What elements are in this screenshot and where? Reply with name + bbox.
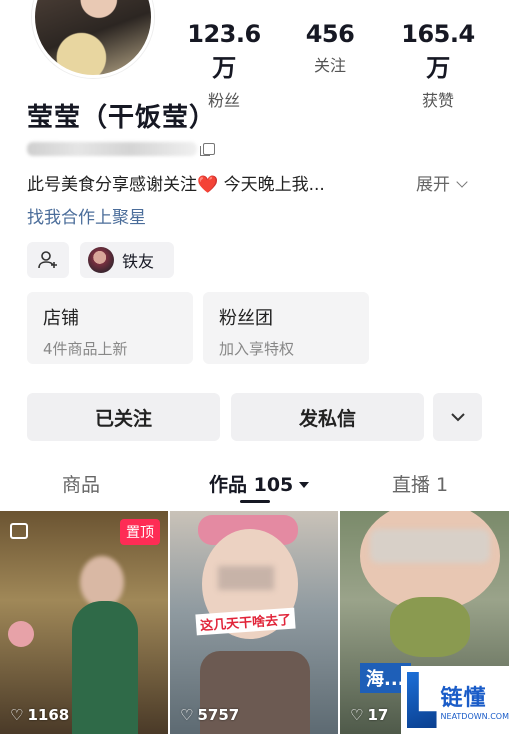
watermark: 链懂 NEATDOWN.COM [401,666,509,734]
followers-count: 123.6万 [187,20,261,82]
chevron-down-icon [456,176,468,188]
like-count-value: 1168 [27,706,70,724]
caret-down-icon [299,482,310,488]
like-count-value: 5757 [197,706,240,724]
shop-title: 店铺 [43,308,79,329]
user-id-line[interactable] [27,140,217,158]
friend-avatar [88,247,114,273]
message-button[interactable]: 发私信 [231,393,424,441]
profile-bio: 此号美食分享感谢关注❤️ 今天晚上我... [27,175,325,195]
blurred-eyes [218,566,274,590]
fan-club-title: 粉丝团 [219,308,273,329]
like-count: ♡ 17 [350,706,388,724]
heart-icon: ♡ [10,706,24,724]
likes-count: 165.4万 [401,20,475,82]
like-count-value: 17 [367,706,389,724]
video-thumbnail[interactable]: 置顶 ♡ 1168 [0,511,168,734]
food [390,597,470,657]
blurred-eyes [370,529,490,563]
blurred-user-id [27,142,197,156]
fan-club-card[interactable]: 粉丝团 加入享特权 [203,292,369,364]
heart-icon: ♡ [180,706,194,724]
tab-products[interactable]: 商品 [62,470,100,497]
heart-icon: ♡ [350,706,364,724]
profile-name: 莹莹（干饭莹） [27,103,217,133]
avatar[interactable] [32,0,154,78]
video-thumbnail[interactable]: 这几天干啥去了 ♡ 5757 [170,511,338,734]
profile-header: 123.6万 粉丝 456 关注 165.4万 获赞 [0,0,509,110]
add-user-icon [38,251,57,269]
likes-label: 获赞 [421,91,454,110]
more-button[interactable] [433,393,482,441]
like-count: ♡ 5757 [180,706,239,724]
flower [8,621,34,647]
watermark-url: NEATDOWN.COM [440,711,509,721]
watermark-logo [407,672,437,728]
add-friend-button[interactable] [27,242,69,278]
like-count: ♡ 1168 [10,706,69,724]
friend-chip[interactable]: 铁友 [80,242,174,278]
friend-label: 铁友 [122,252,155,271]
tab-works[interactable]: 作品 105 [209,470,310,497]
following-label: 关注 [313,56,346,75]
stat-likes[interactable]: 165.4万 获赞 [392,20,484,111]
content-tabs: 商品 作品 105 直播 1 [0,466,509,503]
expand-button[interactable]: 展开 [416,170,468,195]
watermark-text: 链懂 [440,685,487,711]
image-post-icon [10,523,28,539]
pinned-badge: 置顶 [120,519,160,545]
shop-subtitle: 4件商品上新 [43,340,128,358]
cooperation-link[interactable]: 找我合作上聚星 [27,203,146,228]
expand-label: 展开 [416,175,450,195]
following-button[interactable]: 已关注 [27,393,220,441]
tab-works-label: 作品 105 [209,474,294,496]
shop-card[interactable]: 店铺 4件商品上新 [27,292,193,364]
fan-club-subtitle: 加入享特权 [219,340,295,358]
active-tab-indicator [240,500,270,503]
figure-dress [72,601,138,734]
copy-icon[interactable] [200,143,215,156]
chevron-down-icon [450,413,465,422]
tab-live[interactable]: 直播 1 [392,470,448,497]
following-count: 456 [305,20,355,48]
stat-following[interactable]: 456 关注 [300,20,360,76]
